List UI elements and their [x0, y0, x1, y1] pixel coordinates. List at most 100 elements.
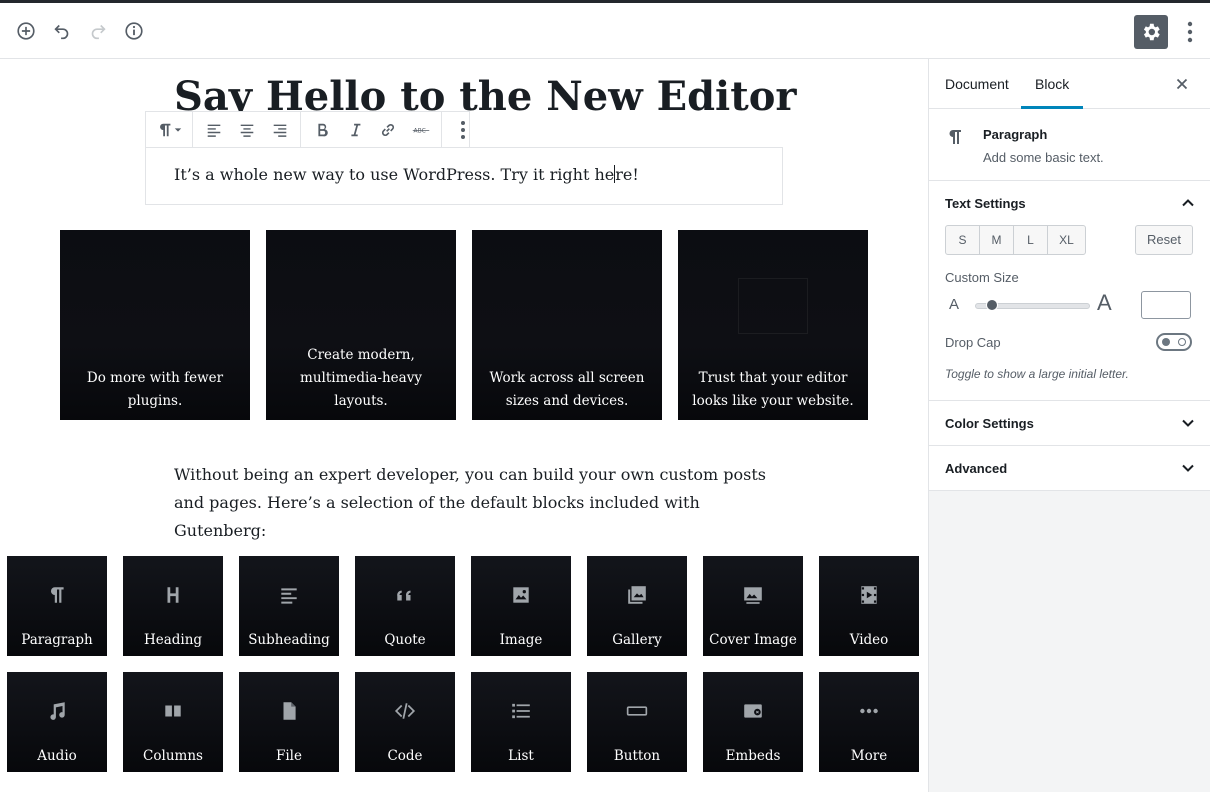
gallery-caption: Trust that your editor looks like your w…	[692, 370, 854, 409]
font-size-large-glyph: A	[1097, 290, 1112, 315]
color-settings-toggle[interactable]: Color Settings	[929, 401, 1210, 445]
redo-icon	[91, 24, 106, 40]
block-tile-label: File	[276, 748, 302, 764]
gallery-item[interactable]: Trust that your editor looks like your w…	[678, 230, 868, 420]
block-tile-button[interactable]: Button	[587, 672, 687, 772]
block-card-title: Paragraph	[983, 127, 1048, 142]
tab-document[interactable]: Document	[945, 59, 1009, 109]
block-tile-embeds[interactable]: Embeds	[703, 672, 803, 772]
italic-button[interactable]	[338, 115, 371, 145]
custom-size-slider-thumb[interactable]	[986, 299, 998, 311]
bold-button[interactable]	[305, 115, 338, 145]
custom-size-label: Custom Size	[945, 270, 1019, 285]
close-sidebar-button[interactable]	[1172, 74, 1192, 94]
paragraph-icon	[50, 587, 64, 603]
embeds-icon	[744, 704, 762, 718]
redo-button[interactable]	[84, 17, 112, 45]
align-right-icon	[273, 124, 286, 137]
gallery-block: Do more with fewer plugins. Create moder…	[60, 230, 868, 420]
block-tile-cover-image[interactable]: Cover Image	[703, 556, 803, 656]
block-tile-quote[interactable]: Quote	[355, 556, 455, 656]
align-right-button[interactable]	[263, 115, 296, 145]
drop-cap-label: Drop Cap	[945, 335, 1001, 350]
strikethrough-button[interactable]: ABC	[404, 115, 437, 145]
undo-button[interactable]	[48, 17, 76, 45]
align-center-icon	[240, 124, 253, 137]
block-tile-more[interactable]: More	[819, 672, 919, 772]
video-icon	[861, 586, 877, 604]
gallery-caption: Work across all screen sizes and devices…	[489, 370, 645, 409]
color-settings-title: Color Settings	[945, 416, 1034, 431]
columns-icon	[165, 705, 181, 717]
add-block-button[interactable]	[12, 17, 40, 45]
align-center-button[interactable]	[230, 115, 263, 145]
font-size-l-button[interactable]: L	[1014, 226, 1048, 254]
block-more-options-button[interactable]	[446, 115, 479, 145]
editor-header	[0, 0, 1210, 59]
tab-block[interactable]: Block	[1021, 59, 1084, 109]
formatting-group: ABC	[301, 112, 442, 148]
font-size-s-button[interactable]: S	[946, 226, 980, 254]
gallery-item[interactable]: Do more with fewer plugins.	[60, 230, 250, 420]
text-settings-body: S M L XL Reset Custom Size A A Drop Cap …	[929, 225, 1210, 400]
gallery-item[interactable]: Create modern, multimedia-heavy layouts.	[266, 230, 456, 420]
chevron-down-icon	[1182, 419, 1194, 427]
toggle-knob	[1162, 338, 1170, 346]
font-size-m-button[interactable]: M	[980, 226, 1014, 254]
block-tile-label: Columns	[143, 748, 203, 764]
reset-button[interactable]: Reset	[1135, 225, 1193, 255]
block-tile-list[interactable]: List	[471, 672, 571, 772]
gallery-caption: Do more with fewer plugins.	[86, 370, 224, 409]
text-settings-toggle[interactable]: Text Settings	[929, 181, 1210, 225]
custom-size-input[interactable]	[1141, 291, 1191, 319]
editor-canvas: Say Hello to the New Editor ABC It’s a w…	[0, 59, 928, 792]
advanced-title: Advanced	[945, 461, 1008, 476]
block-tile-gallery[interactable]: Gallery	[587, 556, 687, 656]
align-left-button[interactable]	[197, 115, 230, 145]
block-tile-subheading[interactable]: Subheading	[239, 556, 339, 656]
text-settings-title: Text Settings	[945, 196, 1026, 211]
button-icon	[626, 706, 648, 716]
paragraph-text-before-caret: It’s a whole new way to use WordPress. T…	[174, 165, 615, 184]
block-tile-paragraph[interactable]: Paragraph	[7, 556, 107, 656]
paragraph-block[interactable]: It’s a whole new way to use WordPress. T…	[145, 147, 783, 205]
info-icon	[125, 22, 143, 40]
drop-cap-help: Toggle to show a large initial letter.	[945, 367, 1129, 381]
block-tile-columns[interactable]: Columns	[123, 672, 223, 772]
block-tile-label: Code	[387, 748, 423, 764]
block-tile-file[interactable]: File	[239, 672, 339, 772]
paragraph-text-after-caret: re!	[615, 165, 639, 184]
color-settings-panel: Color Settings	[929, 401, 1210, 446]
layout-illustration	[738, 278, 808, 334]
link-button[interactable]	[371, 115, 404, 145]
block-switcher-group	[146, 112, 193, 148]
gallery-caption: Create modern, multimedia-heavy layouts.	[300, 347, 422, 409]
settings-button[interactable]	[1134, 15, 1168, 49]
block-tile-image[interactable]: Image	[471, 556, 571, 656]
block-tile-heading[interactable]: Heading	[123, 556, 223, 656]
block-tile-audio[interactable]: Audio	[7, 672, 107, 772]
bold-icon	[317, 123, 328, 137]
block-tile-code[interactable]: Code	[355, 672, 455, 772]
intro-paragraph[interactable]: Without being an expert developer, you c…	[174, 461, 774, 545]
more-menu-button[interactable]	[1178, 15, 1202, 49]
more-vertical-icon	[1187, 21, 1193, 43]
font-size-xl-button[interactable]: XL	[1048, 226, 1085, 254]
info-button[interactable]	[120, 17, 148, 45]
block-toolbar: ABC	[145, 111, 470, 149]
image-icon	[513, 587, 529, 603]
block-tile-video[interactable]: Video	[819, 556, 919, 656]
block-tile-label: Button	[613, 748, 661, 764]
file-icon	[283, 702, 296, 720]
chevron-down-icon	[174, 128, 182, 132]
list-icon	[512, 703, 530, 719]
block-switcher-button[interactable]	[150, 115, 188, 145]
block-tile-label: Embeds	[725, 748, 781, 764]
block-tile-label: Paragraph	[21, 632, 93, 648]
paragraph-text[interactable]: It’s a whole new way to use WordPress. T…	[174, 165, 639, 184]
code-icon	[394, 703, 416, 719]
gallery-item[interactable]: Work across all screen sizes and devices…	[472, 230, 662, 420]
paragraph-icon	[949, 130, 961, 144]
advanced-toggle[interactable]: Advanced	[929, 446, 1210, 490]
drop-cap-toggle[interactable]	[1156, 333, 1192, 351]
